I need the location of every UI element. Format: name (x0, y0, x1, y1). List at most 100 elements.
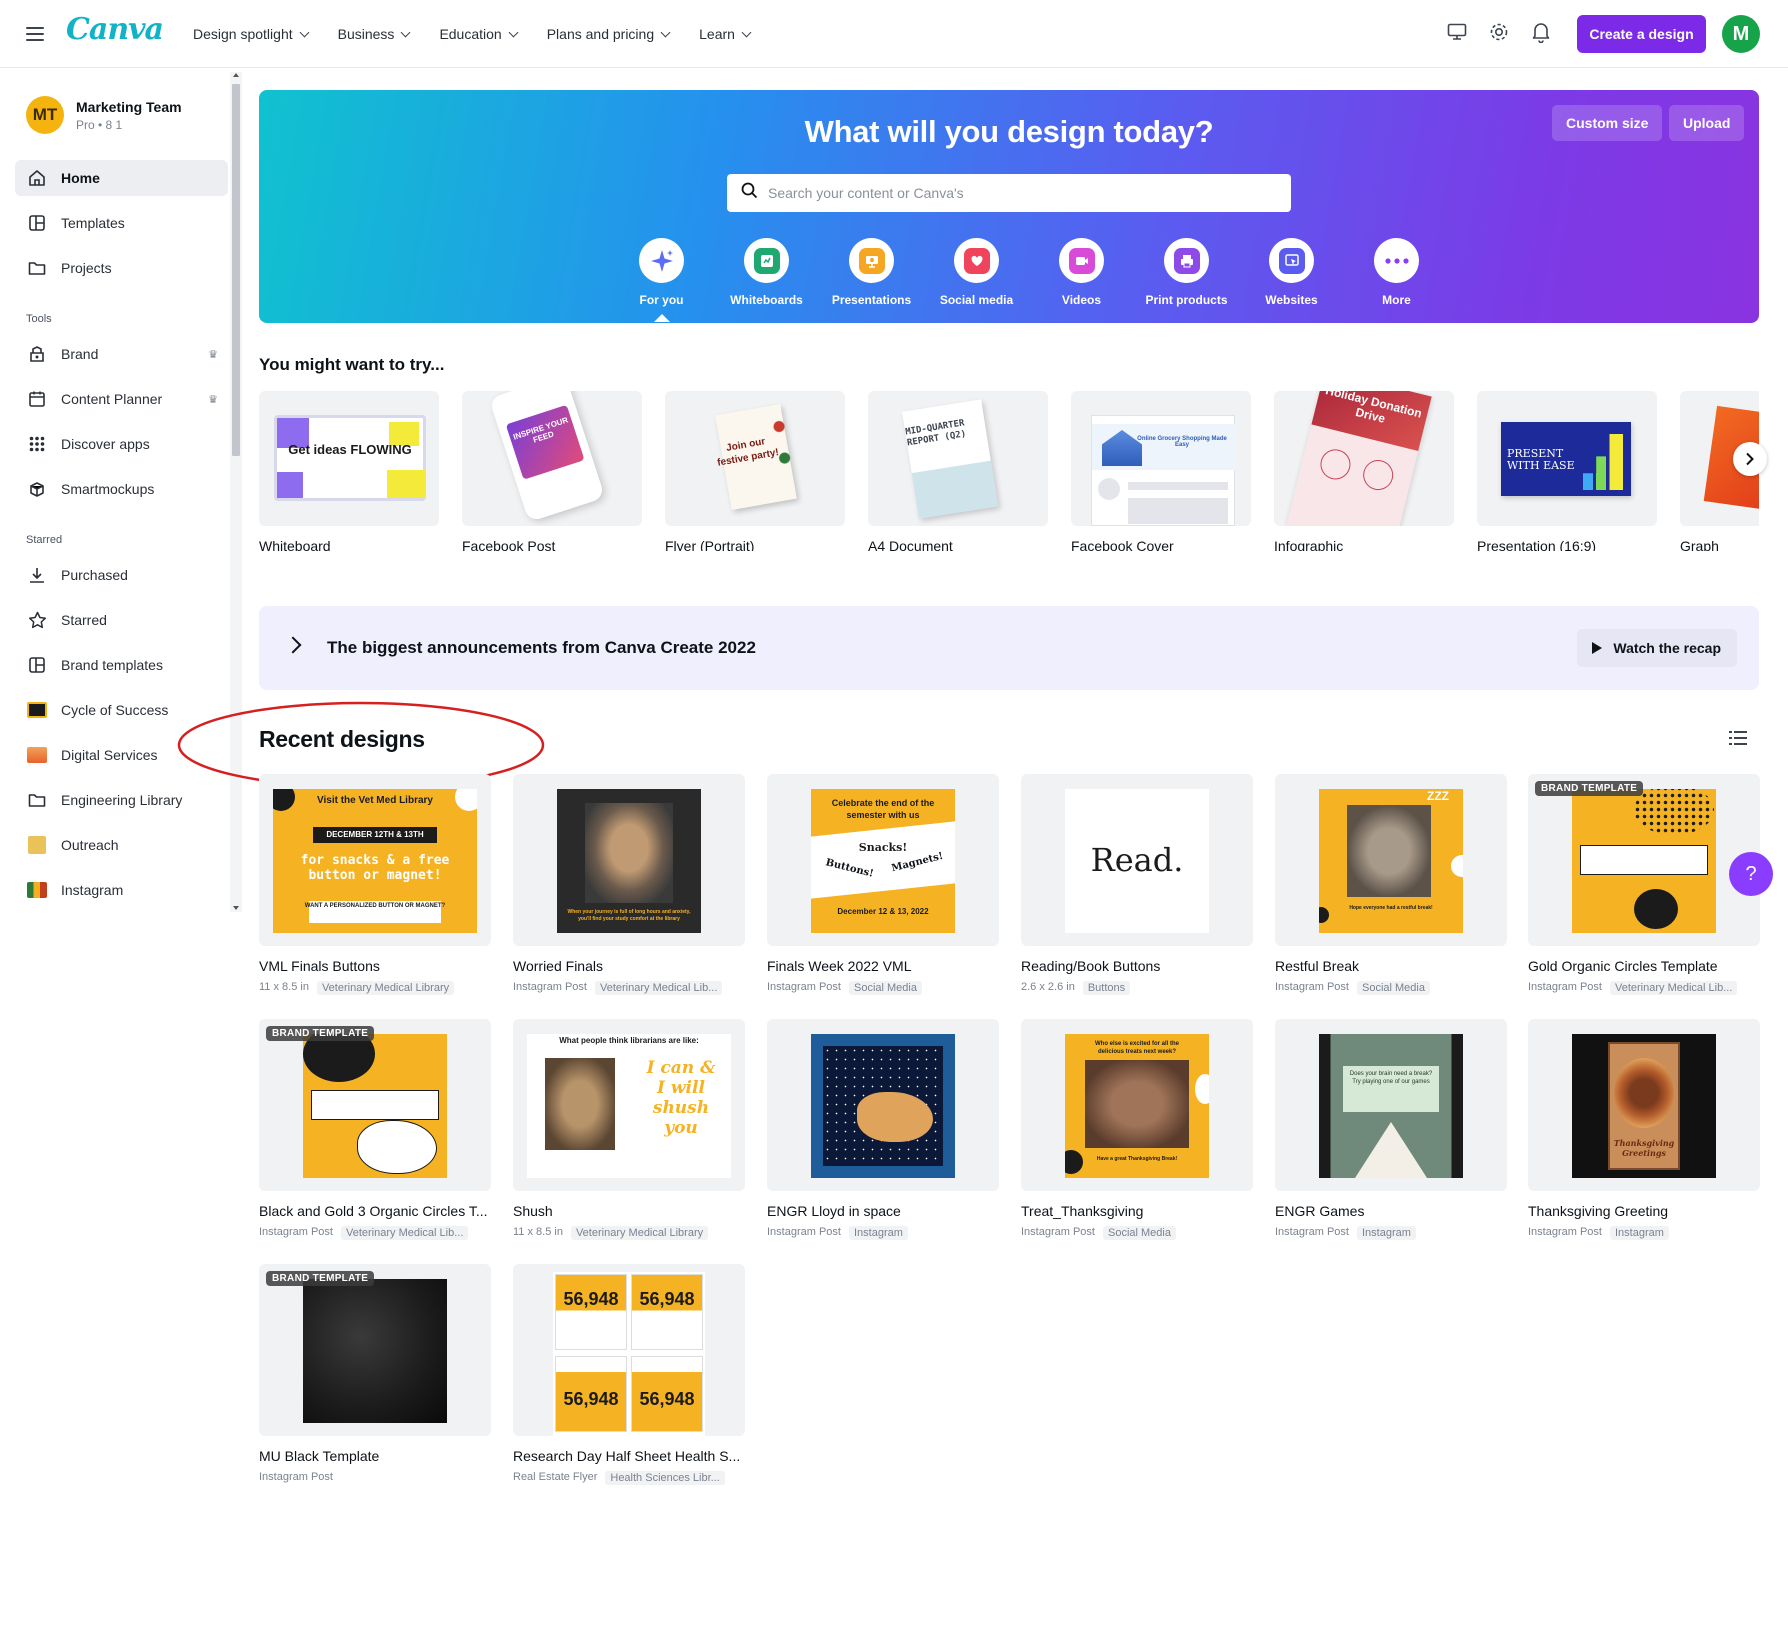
category-label: For you (639, 293, 684, 307)
design-card-shush[interactable]: What people think librarians are like: I… (513, 1019, 745, 1240)
try-card-whiteboard[interactable]: Get ideas FLOWING Whiteboard (259, 391, 439, 551)
menu-icon[interactable] (24, 23, 46, 45)
sidebar-item-projects[interactable]: Projects (15, 250, 228, 286)
sidebar-item-discover-apps[interactable]: Discover apps (15, 426, 228, 462)
design-folder-tag[interactable]: Social Media (1102, 1226, 1176, 1240)
design-name: MU Black Template (259, 1448, 380, 1464)
category-websites[interactable]: Websites (1239, 238, 1344, 307)
presentation-icon (849, 238, 894, 283)
design-card-reading-book-buttons[interactable]: Read. Reading/Book Buttons 2.6 x 2.6 in B… (1021, 774, 1253, 995)
nav-education[interactable]: Education (424, 26, 531, 42)
design-folder-tag[interactable]: Buttons (1082, 981, 1131, 995)
sidebar-item-templates[interactable]: Templates (15, 205, 228, 241)
brand-kit-icon (27, 344, 47, 364)
sidebar-item-home[interactable]: Home (15, 160, 228, 196)
design-card-engr-lloyd-in-space[interactable]: ENGR Lloyd in space Instagram Post Instag… (767, 1019, 999, 1240)
design-card-thanksgiving-greeting[interactable]: Thanksgiving Greetings Thanksgiving Gree… (1528, 1019, 1760, 1240)
design-card-finals-week-2022-vml[interactable]: Celebrate the end of the semester with u… (767, 774, 999, 995)
design-card-black-gold-circles[interactable]: BRAND TEMPLATE Black and Gold 3 Organic … (259, 1019, 491, 1240)
design-folder-tag[interactable]: Veterinary Medical Lib... (594, 981, 723, 995)
search-bar[interactable] (727, 174, 1291, 212)
sidebar-item-outreach[interactable]: Outreach (15, 827, 228, 863)
watch-recap-label: Watch the recap (1613, 640, 1721, 656)
download-icon (27, 565, 47, 585)
category-social-media[interactable]: Social media (924, 238, 1029, 307)
try-card-presentation[interactable]: PRESENT WITH EASE Presentation (16:9) (1477, 391, 1657, 551)
announcement-banner[interactable]: The biggest announcements from Canva Cre… (259, 606, 1759, 690)
try-card-infographic[interactable]: Holiday Donation Drive Infographic (1274, 391, 1454, 551)
design-card-vml-finals-buttons[interactable]: Visit the Vet Med Library DECEMBER 12TH … (259, 774, 491, 995)
design-card-engr-games[interactable]: Does your brain need a break? Try playin… (1275, 1019, 1507, 1240)
design-folder-tag[interactable]: Instagram (1356, 1226, 1416, 1240)
design-card-worried-finals[interactable]: When your journey is full of long hours … (513, 774, 745, 995)
design-folder-tag[interactable]: Health Sciences Libr... (605, 1471, 725, 1485)
try-card-facebook-post[interactable]: INSPIRE YOUR FEED Facebook Post (462, 391, 642, 551)
user-avatar[interactable]: M (1722, 15, 1760, 53)
nav-business[interactable]: Business (323, 26, 425, 42)
design-meta: 11 x 8.5 in Veterinary Medical Library (259, 981, 491, 995)
nav-learn[interactable]: Learn (684, 26, 765, 42)
apps-grid-icon (27, 434, 47, 454)
category-for-you[interactable]: For you (609, 238, 714, 322)
chevron-right-icon[interactable] (284, 636, 302, 654)
sidebar-item-starred[interactable]: Starred (15, 602, 228, 638)
try-thumbnail: Holiday Donation Drive (1274, 391, 1454, 526)
sidebar-item-content-planner[interactable]: Content Planner ♛ (15, 381, 228, 417)
design-folder-tag[interactable]: Social Media (848, 981, 922, 995)
try-card-a4-document[interactable]: MID-QUARTER REPORT (Q2) A4 Document (868, 391, 1048, 551)
category-more[interactable]: More (1344, 238, 1449, 307)
sidebar-item-brand-templates[interactable]: Brand templates (15, 647, 228, 683)
upload-button[interactable]: Upload (1669, 105, 1745, 141)
design-folder-tag[interactable]: Social Media (1356, 981, 1430, 995)
watch-recap-button[interactable]: Watch the recap (1577, 629, 1737, 667)
custom-size-button[interactable]: Custom size (1552, 105, 1663, 141)
try-card-flyer-portrait[interactable]: Join our festive party! Flyer (Portrait) (665, 391, 845, 551)
category-print-products[interactable]: Print products (1134, 238, 1239, 307)
category-presentations[interactable]: Presentations (819, 238, 924, 307)
design-folder-tag[interactable]: Instagram (1609, 1226, 1669, 1240)
design-type: Instagram Post (259, 1226, 333, 1238)
list-view-toggle[interactable] (1729, 730, 1749, 748)
design-card-gold-organic-circles[interactable]: BRAND TEMPLATE Gold Organic Circles Temp… (1528, 774, 1760, 995)
scroll-up-arrow-icon[interactable] (233, 73, 239, 77)
category-videos[interactable]: Videos (1029, 238, 1134, 307)
design-thumbnail: BRAND TEMPLATE (259, 1019, 491, 1191)
try-card-facebook-cover[interactable]: Online Grocery Shopping Made Easy Facebo… (1071, 391, 1251, 551)
sidebar-item-instagram[interactable]: Instagram (15, 872, 228, 908)
design-folder-tag[interactable]: Veterinary Medical Lib... (340, 1226, 469, 1240)
desktop-app-icon[interactable] (1445, 20, 1469, 44)
scroll-down-arrow-icon[interactable] (233, 906, 239, 910)
search-input[interactable] (768, 185, 1248, 201)
help-button[interactable]: ? (1729, 852, 1773, 896)
nav-plans-pricing[interactable]: Plans and pricing (532, 26, 684, 42)
design-card-mu-black-template[interactable]: BRAND TEMPLATE MU Black Template Instagr… (259, 1264, 491, 1483)
design-folder-tag[interactable]: Veterinary Medical Lib... (1609, 981, 1738, 995)
infographic-art: Holiday Donation Drive (1286, 391, 1432, 526)
design-card-restful-break[interactable]: ZZZ Hope everyone had a restful break! R… (1275, 774, 1507, 995)
create-design-button[interactable]: Create a design (1577, 15, 1706, 53)
design-type: Instagram Post (513, 981, 587, 993)
category-whiteboards[interactable]: Whiteboards (714, 238, 819, 307)
carousel-next-button[interactable] (1733, 442, 1767, 476)
hero-banner: What will you design today? Custom size … (259, 90, 1759, 323)
category-label: Social media (939, 293, 1014, 307)
design-type: Instagram Post (1275, 981, 1349, 993)
design-card-treat-thanksgiving[interactable]: Who else is excited for all the deliciou… (1021, 1019, 1253, 1240)
smartmockups-icon (27, 479, 47, 499)
sidebar-item-brand[interactable]: Brand ♛ (15, 336, 228, 372)
sidebar-item-purchased[interactable]: Purchased (15, 557, 228, 593)
design-folder-tag[interactable]: Veterinary Medical Library (316, 981, 455, 995)
design-meta: Instagram Post Instagram (1528, 1226, 1760, 1240)
nav-design-spotlight[interactable]: Design spotlight (178, 26, 323, 42)
scrollbar-thumb[interactable] (232, 84, 240, 456)
design-folder-tag[interactable]: Veterinary Medical Library (570, 1226, 709, 1240)
sidebar-item-smartmockups[interactable]: Smartmockups (15, 471, 228, 507)
design-type: Instagram Post (767, 1226, 841, 1238)
settings-gear-icon[interactable] (1487, 20, 1511, 44)
notifications-bell-icon[interactable] (1529, 20, 1553, 44)
design-card-research-day-half-sheet[interactable]: 56,948 56,948 56,948 56,948 Research Day… (513, 1264, 745, 1485)
design-folder-tag[interactable]: Instagram (848, 1226, 908, 1240)
design-art (303, 1279, 447, 1423)
team-switcher[interactable]: MT Marketing Team Pro • 8 1 (26, 96, 182, 134)
canva-logo[interactable]: Canva (66, 12, 164, 47)
